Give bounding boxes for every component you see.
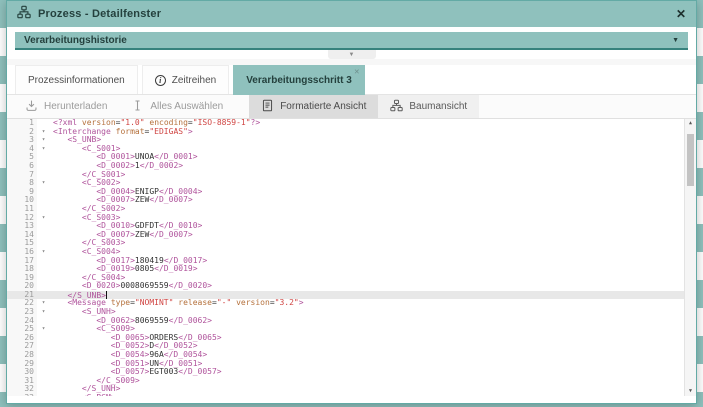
dialog-title: Prozess - Detailfenster [38, 8, 162, 20]
verarbeitungshistorie-header[interactable]: Verarbeitungshistorie ▼ [15, 32, 688, 50]
fold-gutter [37, 188, 50, 197]
xml-editor[interactable]: 1 <?xml version="1.0" encoding="ISO-8859-… [7, 119, 696, 396]
fold-gutter [37, 222, 50, 231]
fold-gutter [37, 291, 50, 300]
tab-label: Zeitreihen [171, 74, 217, 86]
collapse-handle[interactable]: ▼ [327, 50, 376, 59]
fold-gutter [37, 239, 50, 248]
fold-toggle-icon[interactable]: ▾ [37, 214, 50, 223]
fold-gutter [37, 196, 50, 205]
tab-label: Prozessinformationen [28, 74, 125, 86]
fold-toggle-icon[interactable]: ▾ [37, 248, 50, 257]
tree-view-button[interactable]: Baumansicht [378, 95, 480, 118]
document-icon [261, 99, 274, 115]
code-text: <S_BGM> [50, 393, 116, 396]
view-toggle-group: Formatierte Ansicht Baumansicht [249, 95, 480, 118]
fold-gutter [37, 257, 50, 266]
history-section: Verarbeitungshistorie ▼ ▼ [7, 27, 696, 59]
fold-gutter [37, 119, 50, 128]
formatted-view-button[interactable]: Formatierte Ansicht [249, 95, 379, 118]
tab-strip: Prozessinformationen i Zeitreihen Verarb… [7, 65, 696, 95]
fold-toggle-icon[interactable]: ▾ [37, 145, 50, 154]
chevron-down-icon: ▼ [672, 36, 679, 44]
tab-close-icon[interactable]: ✕ [354, 68, 360, 76]
editor-toolbar: Herunterladen Alles Auswählen Formatiert… [7, 95, 696, 119]
dialog-footer [7, 396, 696, 403]
fold-gutter [37, 368, 50, 377]
fold-toggle-icon[interactable]: ▾ [37, 128, 50, 137]
text-select-icon [131, 99, 144, 115]
scroll-up-icon[interactable]: ▲ [685, 119, 696, 128]
fold-gutter [37, 360, 50, 369]
info-icon: i [154, 74, 166, 86]
fold-gutter [37, 377, 50, 386]
fold-gutter [37, 265, 50, 274]
code-text: <D_0020>0008069559</D_0020> [81, 281, 212, 291]
fold-gutter [37, 231, 50, 240]
fold-toggle-icon[interactable]: ▾ [37, 394, 50, 396]
download-label: Herunterladen [44, 101, 108, 112]
tab-zeitreihen[interactable]: i Zeitreihen [141, 65, 230, 94]
select-all-button[interactable]: Alles Auswählen [119, 95, 235, 118]
dialog-titlebar: Prozess - Detailfenster ✕ [7, 1, 696, 27]
select-all-label: Alles Auswählen [150, 101, 224, 112]
editor-scrollbar[interactable]: ▲ ▼ [684, 119, 696, 396]
line-number: 33 [7, 393, 37, 396]
sitemap-icon [17, 5, 31, 24]
collapse-caret-icon: ▼ [348, 51, 355, 58]
fold-gutter [37, 205, 50, 214]
tab-label: Verarbeitungsschritt 3 [246, 75, 352, 86]
formatted-view-label: Formatierte Ansicht [280, 101, 367, 112]
download-icon [25, 99, 38, 115]
fold-gutter [37, 334, 50, 343]
fold-toggle-icon[interactable]: ▾ [37, 299, 50, 308]
tree-view-label: Baumansicht [409, 101, 468, 112]
scroll-down-icon[interactable]: ▼ [685, 387, 696, 396]
fold-gutter [37, 342, 50, 351]
fold-gutter [37, 317, 50, 326]
fold-gutter [37, 162, 50, 171]
code-line: 2 ▾ <Interchange format="EDIGAS"> [7, 127, 684, 137]
tab-verarbeitungsschritt-3[interactable]: Verarbeitungsschritt 3 ✕ [233, 65, 365, 95]
fold-gutter [37, 282, 50, 291]
tab-prozessinformationen[interactable]: Prozessinformationen [15, 65, 138, 94]
code-line: 33▾ <S_BGM> [7, 393, 684, 396]
process-detail-dialog: Prozess - Detailfenster ✕ Verarbeitungsh… [6, 0, 697, 404]
fold-toggle-icon[interactable]: ▾ [37, 308, 50, 317]
verarbeitungshistorie-label: Verarbeitungshistorie [24, 34, 127, 46]
fold-toggle-icon[interactable]: ▾ [37, 136, 50, 145]
fold-toggle-icon[interactable]: ▾ [37, 325, 50, 334]
fold-toggle-icon[interactable]: ▾ [37, 179, 50, 188]
close-icon[interactable]: ✕ [676, 8, 686, 20]
fold-gutter [37, 171, 50, 180]
fold-gutter [37, 385, 50, 394]
download-button[interactable]: Herunterladen [13, 95, 119, 118]
fold-gutter [37, 351, 50, 360]
code-line: 20 <D_0020>0008069559</D_0020> [7, 281, 684, 291]
code-lines: 1 <?xml version="1.0" encoding="ISO-8859-… [7, 119, 684, 396]
fold-gutter [37, 274, 50, 283]
scrollbar-thumb[interactable] [687, 134, 694, 186]
tree-icon [390, 99, 404, 115]
fold-gutter [37, 153, 50, 162]
